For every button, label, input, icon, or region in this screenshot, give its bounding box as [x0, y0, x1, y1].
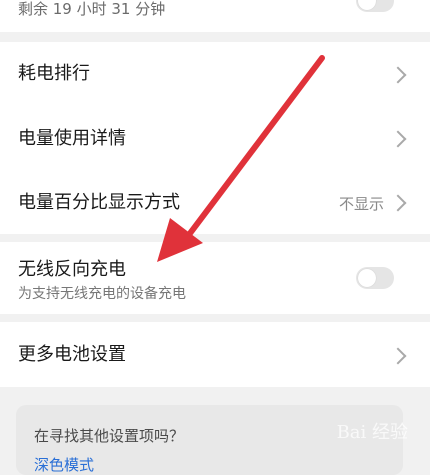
chevron-right-icon — [389, 347, 407, 365]
wireless-reverse-card: 无线反向充电 为支持无线充电的设备充电 — [0, 242, 430, 314]
baidu-watermark: Bai 经验 — [336, 422, 408, 443]
remaining-time-text: 剩余 19 小时 31 分钟 — [18, 0, 166, 18]
percentage-display-item[interactable]: 电量百分比显示方式 不显示 — [0, 170, 430, 234]
more-battery-label: 更多电池设置 — [18, 344, 126, 365]
wireless-reverse-toggle[interactable] — [356, 267, 394, 289]
chevron-right-icon — [389, 194, 407, 212]
power-ranking-item[interactable]: 耗电排行 — [0, 42, 430, 106]
battery-settings-list: 耗电排行 电量使用详情 电量百分比显示方式 不显示 — [0, 42, 430, 234]
wireless-reverse-label: 无线反向充电 — [18, 259, 126, 280]
percentage-display-value: 不显示 — [338, 195, 384, 213]
more-battery-card: 更多电池设置 — [0, 322, 430, 387]
power-ranking-label: 耗电排行 — [18, 63, 90, 84]
chevron-right-icon — [389, 130, 407, 148]
chevron-right-icon — [389, 66, 407, 84]
usage-details-item[interactable]: 电量使用详情 — [0, 106, 430, 170]
percentage-display-label: 电量百分比显示方式 — [18, 192, 180, 213]
usage-details-label: 电量使用详情 — [18, 128, 126, 149]
more-battery-item[interactable]: 更多电池设置 — [0, 322, 430, 387]
suggestion-title: 在寻找其他设置项吗？ — [34, 427, 185, 445]
battery-saver-toggle[interactable] — [356, 0, 394, 12]
battery-saver-card: 剩余 19 小时 31 分钟 — [0, 0, 430, 32]
wireless-reverse-subtitle: 为支持无线充电的设备充电 — [18, 286, 186, 302]
